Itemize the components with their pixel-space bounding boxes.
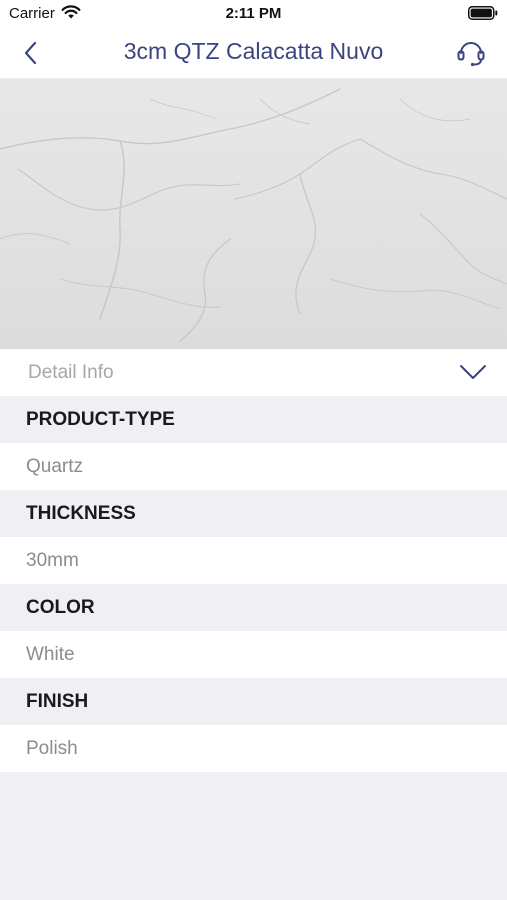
chevron-left-icon (24, 41, 37, 65)
spec-key: PRODUCT-TYPE (26, 409, 175, 430)
spec-value-row: Quartz (0, 443, 507, 490)
detail-info-label: Detail Info (28, 362, 114, 383)
chevron-down-icon (459, 363, 487, 386)
clock: 2:11 PM (225, 5, 282, 22)
spec-key: COLOR (26, 597, 95, 618)
spec-key-row: THICKNESS (0, 490, 507, 537)
spec-value: White (26, 644, 75, 665)
navigation-bar: 3cm QTZ Calacatta Nuvo (0, 28, 507, 78)
support-button[interactable] (455, 38, 487, 68)
spec-value-row: 30mm (0, 537, 507, 584)
status-bar: Carrier 2:11 PM (0, 0, 507, 28)
spec-key: FINISH (26, 691, 89, 712)
spec-key-row: FINISH (0, 678, 507, 725)
spec-key-row: COLOR (0, 584, 507, 631)
spec-key-row: PRODUCT-TYPE (0, 396, 507, 443)
spec-value-row: White (0, 631, 507, 678)
spec-value: Polish (26, 738, 78, 759)
spec-value-row: Polish (0, 725, 507, 772)
product-image (0, 79, 507, 349)
spec-value: Quartz (26, 456, 84, 477)
battery-icon (468, 6, 498, 25)
marble-texture (0, 88, 507, 342)
spec-list: PRODUCT-TYPE Quartz THICKNESS 30mm COLOR… (0, 396, 507, 772)
back-button[interactable] (18, 40, 44, 66)
page-title: 3cm QTZ Calacatta Nuvo (123, 38, 384, 64)
detail-info-toggle[interactable]: Detail Info (0, 349, 507, 396)
spec-value: 30mm (26, 550, 79, 571)
spec-key: THICKNESS (26, 503, 136, 524)
headset-icon (457, 42, 485, 67)
